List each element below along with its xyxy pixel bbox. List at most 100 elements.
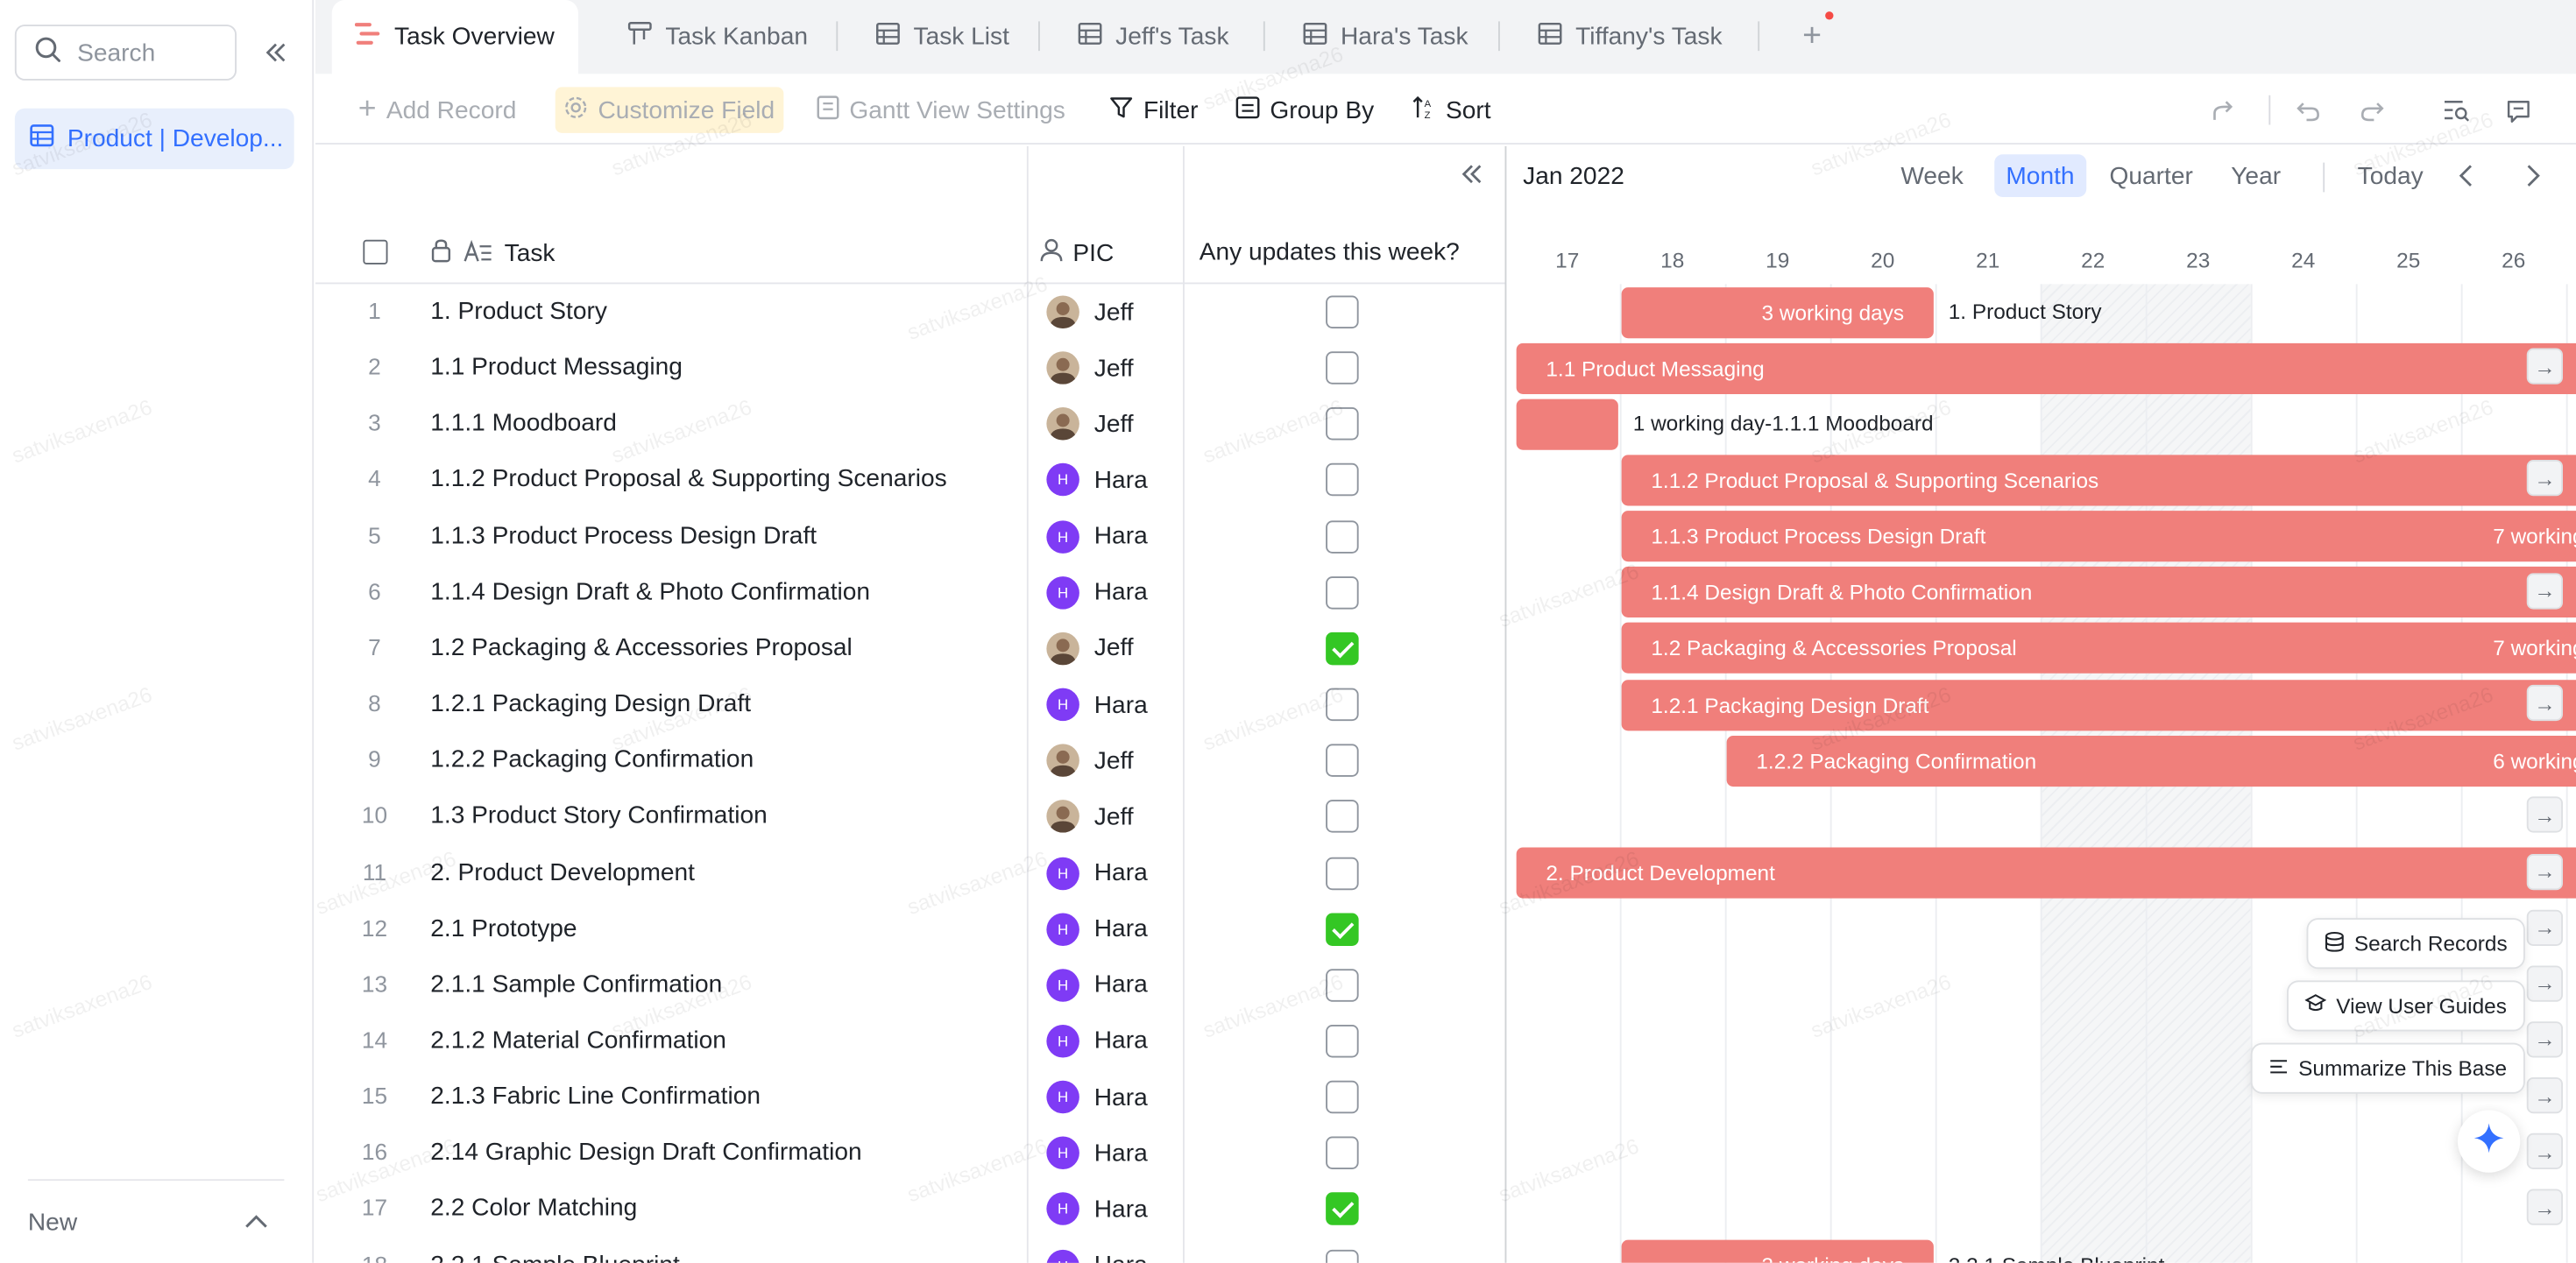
updates-checkbox[interactable] xyxy=(1326,632,1359,666)
table-row[interactable]: 7 1.2 Packaging & Accessories Proposal Jef… xyxy=(315,621,1505,677)
updates-checkbox[interactable] xyxy=(1326,1249,1359,1263)
gantt-bar[interactable]: 1.1.4 Design Draft & Photo Confirmation xyxy=(1621,567,2576,618)
scroll-to-bar-icon[interactable]: → xyxy=(2526,797,2563,834)
table-row[interactable]: 3 1.1.1 Moodboard Jeff xyxy=(315,396,1505,452)
pic-cell[interactable]: H Hara xyxy=(1046,912,1148,946)
scroll-to-bar-icon[interactable]: → xyxy=(2526,1133,2563,1170)
sort-button[interactable]: AZ Sort xyxy=(1412,87,1491,133)
gantt-bar[interactable]: 3 working days xyxy=(1621,286,1934,338)
table-row[interactable]: 13 2.1.1 Sample Confirmation H Hara xyxy=(315,957,1505,1013)
scale-year[interactable]: Year xyxy=(2219,154,2292,197)
sidebar-item-product-develop[interactable]: Product | Develop... xyxy=(14,108,294,170)
tab-task-kanban[interactable]: Task Kanban xyxy=(627,0,808,74)
table-row[interactable]: 182.2.1 Sample Blueprint H Hara xyxy=(315,1238,1505,1263)
gantt-bar[interactable]: 1.2.1 Packaging Design Draft xyxy=(1621,679,2576,730)
updates-checkbox[interactable] xyxy=(1326,800,1359,834)
gantt-bar[interactable]: 3 working days xyxy=(1621,1239,1934,1263)
table-row[interactable]: 4 1.1.2 Product Proposal & Supporting Sce… xyxy=(315,452,1505,508)
updates-checkbox[interactable] xyxy=(1326,912,1359,946)
column-header-task[interactable]: Task xyxy=(430,238,555,270)
gantt-bar[interactable]: 1.2 Packaging & Accessories Proposal 7 wo… xyxy=(1621,623,2576,674)
task-cell[interactable]: 2.2.1 Sample Blueprint xyxy=(430,1251,680,1263)
task-cell[interactable]: 1.1 Product Messaging xyxy=(430,353,683,381)
pic-cell[interactable]: Jeff xyxy=(1046,351,1134,385)
add-record-button[interactable]: + Add Record xyxy=(358,87,517,133)
task-cell[interactable]: 1.1.3 Product Process Design Draft xyxy=(430,521,817,549)
pic-cell[interactable]: Jeff xyxy=(1046,744,1134,778)
table-row[interactable]: 15 2.1.3 Fabric Line Confirmation H Hara xyxy=(315,1069,1505,1125)
task-cell[interactable]: 2.1.3 Fabric Line Confirmation xyxy=(430,1083,761,1111)
updates-checkbox[interactable] xyxy=(1326,295,1359,328)
updates-checkbox[interactable] xyxy=(1326,351,1359,385)
updates-checkbox[interactable] xyxy=(1326,1136,1359,1170)
pic-cell[interactable]: H Hara xyxy=(1046,463,1148,497)
gantt-bar[interactable] xyxy=(1516,399,1618,450)
tab-haras-task[interactable]: Hara's Task xyxy=(1303,0,1468,74)
scale-month[interactable]: Month xyxy=(1994,154,2086,197)
tab-task-overview[interactable]: Task Overview xyxy=(331,0,578,74)
share-icon[interactable] xyxy=(2212,87,2238,133)
scroll-to-bar-icon[interactable]: → xyxy=(2526,1077,2563,1114)
tab-task-list[interactable]: Task List xyxy=(875,0,1009,74)
scroll-to-bar-icon[interactable]: → xyxy=(2526,572,2563,610)
scroll-to-bar-icon[interactable]: → xyxy=(2526,460,2563,497)
table-row[interactable]: 12 2.1 Prototype H Hara xyxy=(315,901,1505,957)
task-cell[interactable]: 1.1.1 Moodboard xyxy=(430,409,617,437)
pic-cell[interactable]: H Hara xyxy=(1046,1136,1148,1170)
updates-checkbox[interactable] xyxy=(1326,1080,1359,1114)
updates-checkbox[interactable] xyxy=(1326,744,1359,778)
scale-week[interactable]: Week xyxy=(1889,154,1975,197)
table-row[interactable]: 2 1.1 Product Messaging Jeff xyxy=(315,340,1505,396)
updates-checkbox[interactable] xyxy=(1326,575,1359,610)
gantt-bar[interactable]: 2. Product Development xyxy=(1516,847,2576,899)
find-icon[interactable] xyxy=(2443,87,2471,133)
gantt-view-settings-button[interactable]: Gantt View Settings xyxy=(817,87,1065,133)
pic-cell[interactable]: Jeff xyxy=(1046,407,1134,441)
pic-cell[interactable]: H Hara xyxy=(1046,1024,1148,1058)
gantt-bar[interactable]: 1.1.2 Product Proposal & Supporting Scen… xyxy=(1621,455,2576,506)
scroll-to-bar-icon[interactable]: → xyxy=(2526,1189,2563,1226)
task-cell[interactable]: 1. Product Story xyxy=(430,297,607,325)
scroll-to-bar-icon[interactable]: → xyxy=(2526,909,2563,946)
ai-assistant-button[interactable] xyxy=(2458,1110,2521,1173)
gantt-bar[interactable]: 1.2.2 Packaging Confirmation 6 working da… xyxy=(1726,735,2576,787)
pic-cell[interactable]: H Hara xyxy=(1046,1192,1148,1226)
undo-icon[interactable] xyxy=(2295,87,2321,133)
scroll-to-bar-icon[interactable]: → xyxy=(2526,348,2563,385)
redo-icon[interactable] xyxy=(2360,87,2386,133)
table-row[interactable]: 6 1.1.4 Design Draft & Photo Confirmation… xyxy=(315,565,1505,621)
scroll-to-bar-icon[interactable]: → xyxy=(2526,1021,2563,1058)
scroll-to-bar-icon[interactable]: → xyxy=(2526,684,2563,722)
task-cell[interactable]: 1.2 Packaging & Accessories Proposal xyxy=(430,634,853,662)
task-cell[interactable]: 2.1 Prototype xyxy=(430,914,577,942)
table-row[interactable]: 10 1.3 Product Story Confirmation Jeff xyxy=(315,789,1505,845)
updates-checkbox[interactable] xyxy=(1326,688,1359,722)
task-cell[interactable]: 1.2.1 Packaging Design Draft xyxy=(430,690,751,718)
column-header-updates[interactable]: Any updates this week? xyxy=(1200,238,1460,266)
task-cell[interactable]: 2.14 Graphic Design Draft Confirmation xyxy=(430,1139,861,1167)
scroll-to-bar-icon[interactable]: → xyxy=(2526,965,2563,1002)
chevron-right-icon[interactable] xyxy=(2525,165,2542,194)
pic-cell[interactable]: H Hara xyxy=(1046,1249,1148,1263)
table-row[interactable]: 1 1. Product Story Jeff xyxy=(315,284,1505,340)
gantt-bar[interactable]: 1.1 Product Messaging xyxy=(1516,342,2576,394)
pic-cell[interactable]: H Hara xyxy=(1046,1080,1148,1114)
view-user-guides-button[interactable]: View User Guides xyxy=(2287,980,2525,1032)
tab-tiffanys-task[interactable]: Tiffany's Task xyxy=(1538,0,1723,74)
updates-checkbox[interactable] xyxy=(1326,1024,1359,1058)
scale-quarter[interactable]: Quarter xyxy=(2098,154,2204,197)
task-cell[interactable]: 1.1.2 Product Proposal & Supporting Scen… xyxy=(430,465,946,493)
pic-cell[interactable]: H Hara xyxy=(1046,688,1148,722)
chevron-up-icon[interactable] xyxy=(244,1208,267,1236)
group-by-button[interactable]: Group By xyxy=(1235,87,1374,133)
today-button[interactable]: Today xyxy=(2346,154,2435,197)
task-cell[interactable]: 2.1.2 Material Confirmation xyxy=(430,1027,726,1055)
pic-cell[interactable]: Jeff xyxy=(1046,800,1134,834)
column-header-pic[interactable]: PIC xyxy=(1040,238,1114,270)
summarize-base-button[interactable]: Summarize This Base xyxy=(2250,1042,2525,1094)
gantt-bar[interactable]: 1.1.3 Product Process Design Draft 7 work… xyxy=(1621,511,2576,562)
chevron-left-icon[interactable] xyxy=(2458,165,2474,194)
task-cell[interactable]: 1.1.4 Design Draft & Photo Confirmation xyxy=(430,578,870,606)
updates-checkbox[interactable] xyxy=(1326,1192,1359,1226)
comment-icon[interactable] xyxy=(2505,87,2531,133)
